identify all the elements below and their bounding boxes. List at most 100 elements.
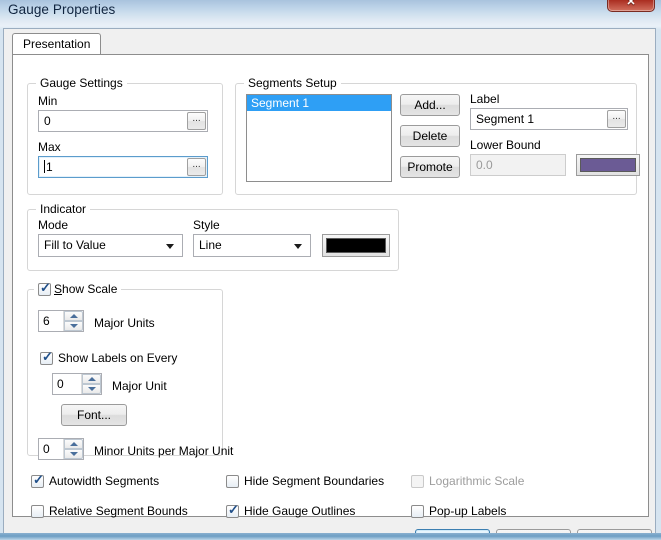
option-autowidth-segments-checkbox[interactable]: ✓	[31, 472, 44, 488]
mode-combobox[interactable]: Fill to Value	[38, 234, 183, 257]
tab-presentation[interactable]: Presentation	[12, 33, 102, 55]
major-units-spinner[interactable]: 6	[38, 310, 84, 332]
add-segment-label: Add...	[414, 98, 446, 112]
min-input-value: 0	[44, 114, 51, 128]
style-label: Style	[193, 218, 220, 232]
major-units-label: Major Units	[94, 316, 155, 330]
desktop-bottom-strip	[0, 533, 661, 540]
title-bar: Gauge Properties ✕	[0, 0, 661, 30]
lower-bound-input: 0.0	[470, 154, 566, 176]
delete-segment-label: Delete	[412, 129, 448, 143]
close-icon: ✕	[626, 0, 636, 8]
delete-segment-button[interactable]: Delete	[400, 125, 460, 147]
major-units-spin-buttons[interactable]	[63, 311, 83, 331]
segment-label-value: Segment 1	[476, 112, 535, 126]
mode-value: Fill to Value	[44, 238, 106, 252]
show-labels-label: Show Labels on Every	[58, 351, 178, 365]
minor-units-value: 0	[43, 442, 50, 456]
major-units-value: 6	[43, 314, 50, 328]
option-popup-labels-checkbox[interactable]	[411, 505, 424, 518]
major-unit-decrement-button[interactable]	[82, 384, 101, 394]
gauge-settings-group: Gauge Settings Min 0 ... Max 1 ...	[27, 76, 223, 195]
segment-color-button[interactable]	[576, 154, 640, 176]
show-scale-checkbox[interactable]: ✓	[38, 280, 51, 296]
checkmark-icon: ✓	[42, 349, 53, 364]
lower-bound-caption: Lower Bound	[470, 138, 541, 152]
option-relative-segment-bounds-checkbox[interactable]	[31, 505, 44, 518]
segments-setup-group: Segments Setup Segment 1 Add... Delete P…	[235, 76, 640, 195]
major-unit-spinner[interactable]: 0	[52, 373, 102, 395]
chevron-down-icon	[294, 243, 302, 249]
segment-color-swatch	[580, 158, 636, 172]
font-button-label: Font...	[76, 408, 111, 422]
option-popup-labels-label: Pop-up Labels	[429, 504, 507, 518]
option-hide-gauge-outlines-checkbox[interactable]: ✓	[226, 502, 239, 518]
option-logarithmic-scale-checkbox	[411, 475, 424, 488]
gauge-settings-title: Gauge Settings	[36, 76, 127, 90]
tab-strip: Presentation	[12, 33, 649, 55]
min-browse-button[interactable]: ...	[187, 112, 206, 130]
dialog-client-area: Presentation Gauge Settings Min 0 ... Ma…	[3, 28, 656, 540]
option-hide-segment-boundaries-checkbox[interactable]	[226, 475, 239, 488]
add-segment-button[interactable]: Add...	[400, 94, 460, 116]
major-unit-value: 0	[57, 377, 64, 391]
checkmark-icon: ✓	[40, 280, 51, 295]
segment-label-caption: Label	[470, 92, 500, 106]
text-caret	[44, 160, 45, 173]
show-scale-label: Show Scale	[54, 282, 117, 296]
checkmark-icon: ✓	[228, 502, 239, 517]
promote-segment-button[interactable]: Promote	[400, 156, 460, 178]
window-title: Gauge Properties	[8, 2, 116, 17]
minor-units-increment-button[interactable]	[64, 439, 83, 449]
style-value: Line	[199, 238, 222, 252]
min-browse-label: ...	[192, 113, 201, 124]
major-unit-spin-buttons[interactable]	[81, 374, 101, 394]
minor-units-decrement-button[interactable]	[64, 449, 83, 459]
max-input[interactable]: 1	[38, 156, 208, 178]
show-labels-checkbox[interactable]: ✓	[40, 349, 53, 365]
mode-label: Mode	[38, 218, 69, 232]
min-label: Min	[38, 94, 58, 108]
segment-label-input[interactable]: Segment 1	[470, 108, 628, 130]
show-scale-label-rest: how Scale	[62, 282, 118, 296]
show-scale-accel: S	[54, 282, 63, 296]
segment-label-browse-button[interactable]: ...	[607, 110, 626, 128]
max-browse-label: ...	[192, 159, 201, 170]
gauge-properties-window: Gauge Properties ✕ Presentation Gauge Se…	[0, 0, 661, 540]
minor-units-spin-buttons[interactable]	[63, 439, 83, 459]
major-units-decrement-button[interactable]	[64, 321, 83, 331]
max-label: Max	[38, 140, 61, 154]
tab-page-presentation: Gauge Settings Min 0 ... Max 1 ... Segme	[12, 54, 649, 518]
segment-label-browse-label: ...	[612, 111, 621, 122]
option-autowidth-segments-label: Autowidth Segments	[49, 474, 160, 488]
min-input[interactable]: 0	[38, 110, 208, 132]
major-unit-increment-button[interactable]	[82, 374, 101, 384]
tab-presentation-label: Presentation	[23, 37, 91, 51]
indicator-color-swatch	[326, 238, 386, 253]
chevron-down-icon	[166, 243, 174, 249]
option-hide-segment-boundaries-label: Hide Segment Boundaries	[244, 474, 385, 488]
indicator-title: Indicator	[36, 202, 91, 216]
style-combobox[interactable]: Line	[193, 234, 311, 257]
indicator-group: Indicator Mode Fill to Value Style Line	[27, 202, 399, 271]
show-scale-title-area: ✓ Show Scale	[34, 280, 122, 296]
option-logarithmic-scale-label: Logarithmic Scale	[429, 474, 525, 488]
promote-segment-label: Promote	[407, 160, 453, 174]
option-relative-segment-bounds-label: Relative Segment Bounds	[49, 504, 188, 518]
lower-bound-value: 0.0	[476, 158, 493, 172]
segments-listbox[interactable]: Segment 1	[246, 94, 392, 182]
minor-units-spinner[interactable]: 0	[38, 438, 84, 460]
show-scale-group: ✓ Show Scale 6 Major Units ✓ Show Labels…	[27, 281, 233, 460]
close-button[interactable]: ✕	[607, 0, 655, 12]
option-hide-gauge-outlines-label: Hide Gauge Outlines	[244, 504, 356, 518]
font-button[interactable]: Font...	[61, 404, 127, 426]
max-browse-button[interactable]: ...	[187, 158, 206, 176]
indicator-color-button[interactable]	[322, 234, 390, 257]
checkmark-icon: ✓	[33, 472, 44, 487]
max-input-value: 1	[46, 160, 53, 174]
minor-units-label: Minor Units per Major Unit	[94, 444, 234, 458]
major-units-increment-button[interactable]	[64, 311, 83, 321]
segments-setup-title: Segments Setup	[244, 76, 341, 90]
list-item[interactable]: Segment 1	[247, 95, 391, 111]
major-unit-label: Major Unit	[112, 379, 167, 393]
